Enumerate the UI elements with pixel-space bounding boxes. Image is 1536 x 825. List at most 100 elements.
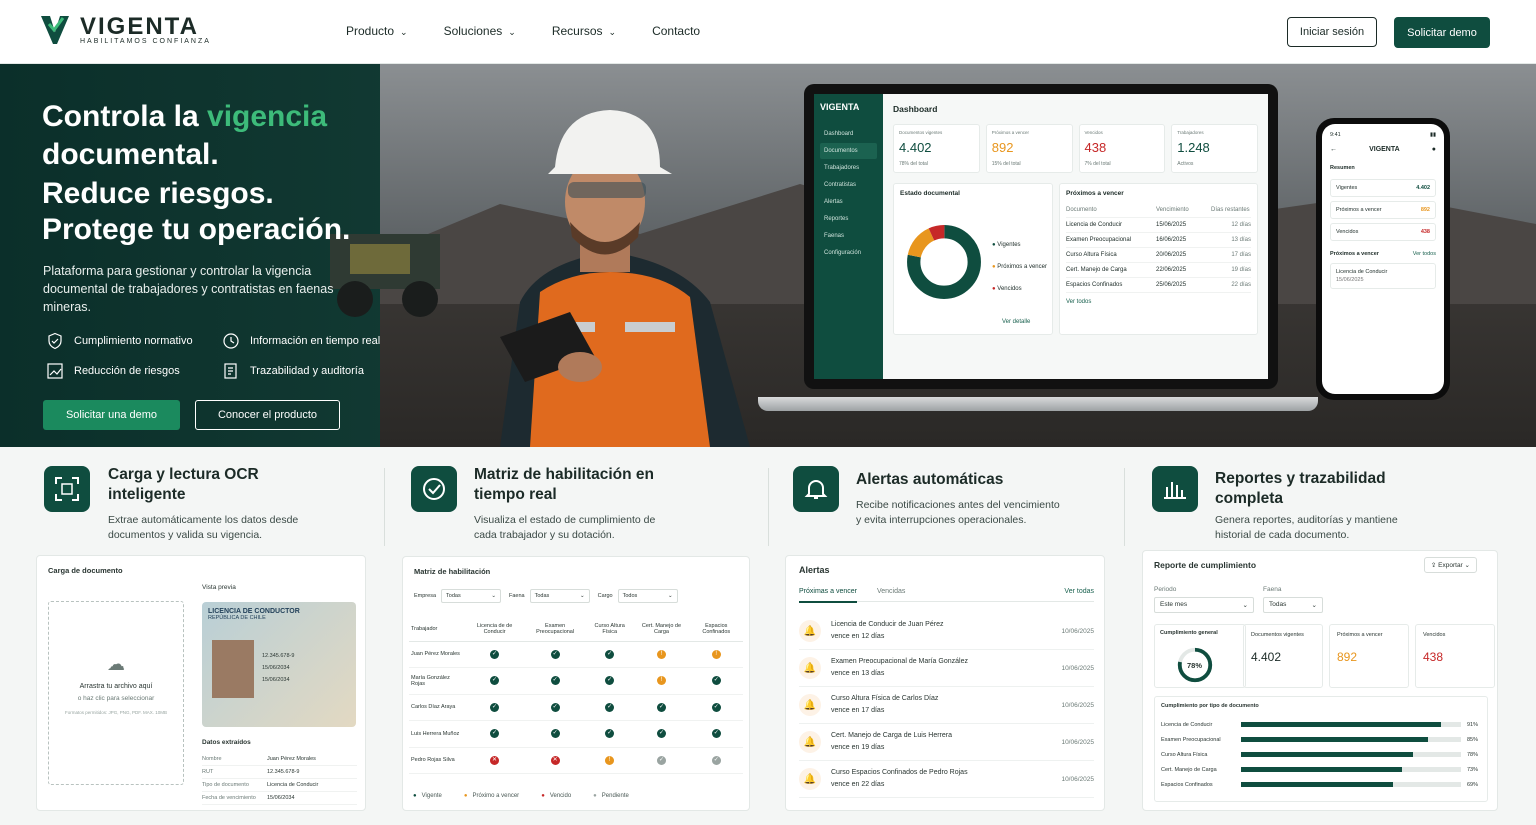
tab-vencidas[interactable]: Vencidas (877, 588, 905, 595)
estado-documental-panel: Estado documental ● Vigentes ● Próximos … (893, 183, 1053, 335)
hero-request-demo-button[interactable]: Solicitar una demo (43, 400, 180, 430)
brand-logo[interactable]: VIGENTA HABILITAMOS CONFIANZA (40, 14, 211, 46)
phone-summary-item[interactable]: Vencidos 438 (1330, 223, 1436, 241)
shield-icon (48, 332, 62, 350)
nav-contacto[interactable]: Contacto (652, 24, 700, 38)
phone-doc-item[interactable]: Licencia de Conducir 15/06/2025 (1330, 263, 1436, 289)
bar-track (1241, 752, 1461, 757)
feature-desc-ocr: Extrae automáticamente los datos desde d… (108, 514, 299, 541)
sidebar-item-configuracion[interactable]: Configuración (820, 245, 877, 261)
sidebar-item-alertas[interactable]: Alertas (820, 194, 877, 210)
table-row[interactable]: Cert. Manejo de Carga 22/06/2025 19 días (1066, 263, 1251, 278)
export-button[interactable]: ⇪ Exportar ⌄ (1423, 557, 1477, 573)
table-row[interactable]: Licencia de Conducir 15/06/2025 12 días (1066, 218, 1251, 233)
table-row[interactable]: Carlos Díaz Araya ✓ ✓ ✓ ✓ ✓ (409, 694, 743, 721)
file-dropzone[interactable]: ☁ Arrastra tu archivo aquí o haz clic pa… (48, 601, 184, 785)
bell-icon: 🔔 (799, 768, 821, 790)
bar-fill (1241, 782, 1393, 787)
status-icon: ✓ (711, 676, 721, 686)
stat-value: 892 (991, 140, 1014, 155)
table-row[interactable]: María González Rojas ✓ ✓ ✓! ✓ (409, 667, 743, 695)
phone-summary-item[interactable]: Vigentes 4.402 (1330, 179, 1436, 197)
sidebar-item-faenas[interactable]: Faenas (820, 228, 877, 244)
report-stat-card: Documentos vigentes 4.402 (1243, 624, 1323, 688)
table-row[interactable]: Curso Altura Física 20/06/2025 17 días (1066, 248, 1251, 263)
status-icon: ! (711, 649, 721, 659)
alert-item[interactable]: 🔔 Examen Preocupacional de María González… (799, 650, 1094, 687)
phone-summary-item[interactable]: Próximos a vencer 892 (1330, 201, 1436, 219)
table-row[interactable]: Luis Herrera Muñoz ✓ ✓ ✓ ✓ ✓ (409, 720, 743, 748)
alert-item[interactable]: 🔔 Cert. Manejo de Carga de Luis Herrera ve… (799, 724, 1094, 761)
ocr-panel: Carga de documento ☁ Arrastra tu archivo… (36, 555, 366, 811)
tab-proximas[interactable]: Próximas a vencer (799, 588, 857, 603)
status-icon: ✓ (605, 676, 615, 686)
feature-realtime: Información en tiempo real (222, 332, 380, 350)
feature-compliance: Cumplimiento normativo (46, 332, 193, 350)
ver-todos-link[interactable]: Ver todos (1066, 299, 1251, 305)
bar-label: Curso Altura Física (1161, 751, 1208, 758)
sidebar-item-trabajadores[interactable]: Trabajadores (820, 160, 877, 176)
table-row[interactable]: Espacios Confinados 25/06/2025 22 días (1066, 278, 1251, 293)
matrix-col-header: Examen Preocupacional (524, 617, 586, 642)
estado-title: Estado documental (900, 190, 960, 197)
alert-date: 10/06/2025 (1061, 627, 1094, 635)
back-arrow-icon[interactable]: ← (1330, 146, 1337, 153)
table-cell: 22/06/2025 (1156, 267, 1187, 273)
alert-date: 10/06/2025 (1061, 738, 1094, 746)
status-icon: ✓ (656, 755, 666, 765)
login-button[interactable]: Iniciar sesión (1287, 17, 1377, 47)
bar-fill (1241, 752, 1413, 757)
stat-value: 4.402 (899, 140, 932, 155)
table-row[interactable]: Juan Pérez Morales ✓ ✓ ✓!! (409, 641, 743, 668)
nav-soluciones[interactable]: Soluciones ⌄ (444, 24, 516, 38)
divider (384, 468, 385, 546)
extracted-field: Fecha de vencimiento 15/06/2034 (202, 792, 357, 805)
divider (1124, 468, 1125, 546)
nav-recursos[interactable]: Recursos ⌄ (552, 24, 616, 38)
sidebar-item-dashboard[interactable]: Dashboard (820, 126, 877, 142)
dashboard-title: Dashboard (893, 104, 938, 114)
filter-select[interactable]: Todas ⌄ (529, 589, 590, 603)
brand-tagline: HABILITAMOS CONFIANZA (80, 37, 211, 45)
sidebar-item-documentos[interactable]: Documentos (820, 143, 877, 159)
table-row[interactable]: Examen Preocupacional 16/06/2025 13 días (1066, 233, 1251, 248)
matrix-col-header: Licencia de de Conducir (464, 617, 525, 642)
check-circle-icon (411, 466, 457, 512)
periodo-select[interactable]: Este mes ⌄ (1154, 597, 1254, 613)
status-icon: ! (656, 649, 666, 659)
faena-label: Faena (1263, 586, 1282, 593)
matrix-col-header: Trabajador (409, 617, 465, 642)
phone-summary-value: 4.402 (1416, 185, 1430, 191)
hero-description: Plataforma para gestionar y controlar la… (43, 264, 334, 314)
upload-cloud-icon: ☁ (107, 654, 125, 674)
matrix-panel: Matriz de habilitación Empresa Todas ⌄ Faen… (402, 556, 750, 811)
status-icon: ! (605, 755, 615, 765)
sidebar-item-contratistas[interactable]: Contratistas (820, 177, 877, 193)
hero-know-product-button[interactable]: Conocer el producto (195, 400, 340, 430)
phone-ver-todos[interactable]: Ver todos (1413, 251, 1436, 257)
alert-item[interactable]: 🔔 Curso Espacios Confinados de Pedro Roja… (799, 761, 1094, 798)
alerts-panel: Alertas Próximas a vencer Vencidas Ver t… (785, 555, 1105, 811)
ver-detalle-link[interactable]: Ver detalle (1002, 319, 1030, 325)
status-icon: ✓ (550, 649, 560, 659)
request-demo-button[interactable]: Solicitar demo (1394, 17, 1490, 48)
status-icon: ✓ (490, 649, 500, 659)
faena-select[interactable]: Todas ⌄ (1263, 597, 1323, 613)
ver-todas-link[interactable]: Ver todas (1064, 588, 1094, 595)
table-row[interactable]: Pedro Rojas Silva ✕ ✕! ✓ ✓ (409, 747, 743, 774)
dashboard-sidebar: VIGENTA Dashboard Documentos Trabajadore… (814, 94, 883, 379)
filter-select[interactable]: Todos ⌄ (617, 589, 678, 603)
stat-value: 438 (1084, 140, 1107, 155)
proximos-title: Próximos a vencer (1066, 190, 1124, 197)
worker-name: Pedro Rojas Silva (409, 747, 465, 774)
avatar[interactable]: ● (1432, 146, 1436, 153)
alert-item[interactable]: 🔔 Curso Altura Física de Carlos Díaz vence… (799, 687, 1094, 724)
table-cell: 17 días (1231, 252, 1251, 258)
status-icon: ✓ (711, 755, 721, 765)
bar-track (1241, 767, 1461, 772)
nav-producto[interactable]: Producto ⌄ (346, 24, 408, 38)
alert-item[interactable]: 🔔 Licencia de Conducir de Juan Pérez vence… (799, 613, 1094, 650)
sidebar-item-reportes[interactable]: Reportes (820, 211, 877, 227)
filter-select[interactable]: Todas ⌄ (441, 589, 502, 603)
battery-icon: ▮▮ (1429, 132, 1436, 138)
